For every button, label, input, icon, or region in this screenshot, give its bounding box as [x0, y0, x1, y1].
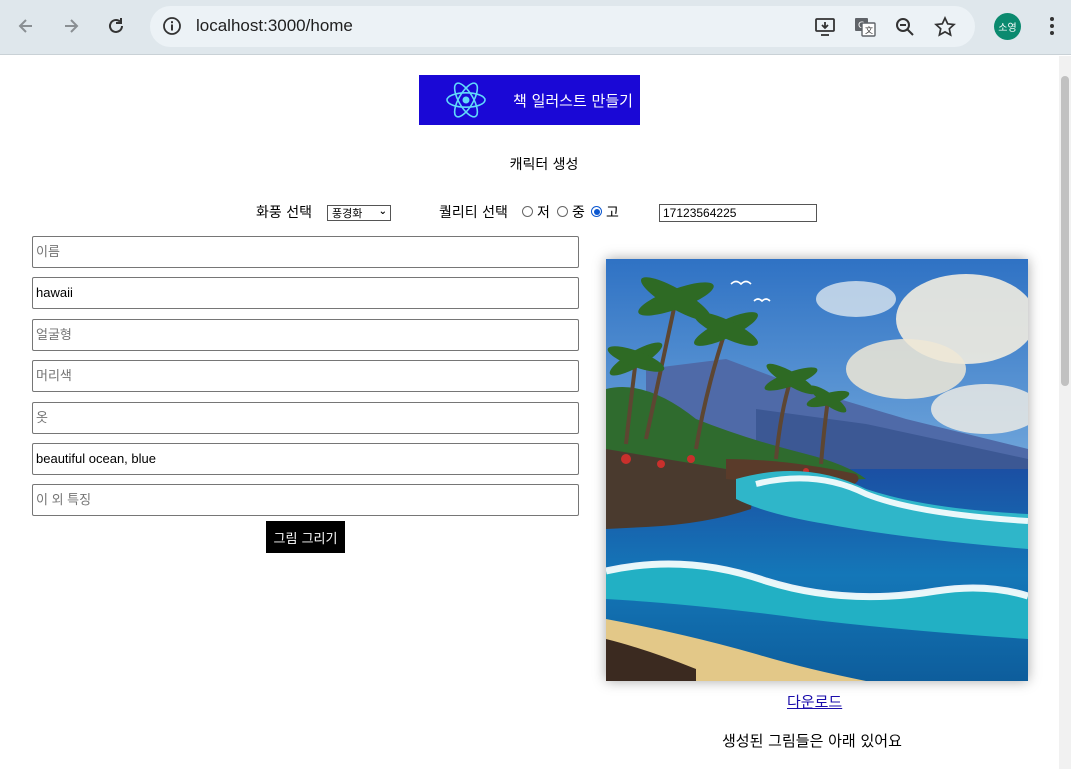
- chevron-down-icon: ⌄: [378, 206, 387, 217]
- generated-image: [606, 259, 1028, 681]
- quality-radio-low[interactable]: [522, 206, 533, 217]
- quality-radio-mid[interactable]: [557, 206, 568, 217]
- quality-label-low: 저: [537, 205, 550, 221]
- bookmark-star-icon[interactable]: [933, 15, 957, 39]
- translate-icon[interactable]: G文: [853, 15, 877, 39]
- background-field[interactable]: beautiful ocean, blue: [32, 443, 579, 475]
- style-select-value: 풍경화: [332, 207, 363, 220]
- url-text: localhost:3000/home: [196, 16, 353, 35]
- place-field[interactable]: hawaii: [32, 277, 579, 309]
- react-logo-icon: [446, 82, 486, 118]
- clothes-field[interactable]: 옷: [32, 402, 579, 434]
- options-row: 화풍 선택 풍경화 ⌄ 퀄리티 선택 저 중 고 17123564225: [0, 201, 1059, 225]
- page-scrollbar[interactable]: [1059, 56, 1071, 769]
- draw-button[interactable]: 그림 그리기: [266, 521, 345, 553]
- extra-features-field[interactable]: 이 외 특징: [32, 484, 579, 516]
- back-icon[interactable]: [12, 12, 40, 40]
- forward-icon[interactable]: [57, 12, 85, 40]
- generated-note: 생성된 그림들은 아래 있어요: [722, 732, 902, 750]
- page-content: 책 일러스트 만들기 캐릭터 생성 화풍 선택 풍경화 ⌄ 퀄리티 선택 저 중…: [0, 56, 1059, 769]
- style-select[interactable]: 풍경화 ⌄: [327, 205, 391, 221]
- section-title: 캐릭터 생성: [509, 157, 579, 173]
- quality-label: 퀄리티 선택: [439, 205, 508, 221]
- download-link[interactable]: 다운로드: [787, 691, 842, 712]
- site-info-icon[interactable]: [162, 16, 182, 36]
- reload-icon[interactable]: [102, 12, 130, 40]
- app-logo-banner[interactable]: 책 일러스트 만들기: [419, 75, 640, 125]
- address-bar[interactable]: localhost:3000/home G文: [150, 6, 975, 47]
- quality-radio-high[interactable]: [591, 206, 602, 217]
- hair-color-field[interactable]: 머리색: [32, 360, 579, 392]
- zoom-icon[interactable]: [893, 15, 917, 39]
- style-label: 화풍 선택: [256, 205, 312, 221]
- seed-input[interactable]: 17123564225: [659, 204, 817, 222]
- scrollbar-thumb[interactable]: [1061, 76, 1069, 386]
- face-shape-field[interactable]: 얼굴형: [32, 319, 579, 351]
- quality-label-high: 고: [606, 205, 619, 221]
- name-field[interactable]: 이름: [32, 236, 579, 268]
- svg-text:文: 文: [865, 25, 873, 35]
- logo-text: 책 일러스트 만들기: [513, 92, 633, 110]
- more-menu-icon[interactable]: [1044, 14, 1060, 38]
- browser-toolbar: localhost:3000/home G文 소영: [0, 0, 1071, 55]
- install-app-icon[interactable]: [813, 15, 837, 39]
- quality-label-mid: 중: [572, 205, 585, 221]
- profile-avatar[interactable]: 소영: [994, 13, 1021, 40]
